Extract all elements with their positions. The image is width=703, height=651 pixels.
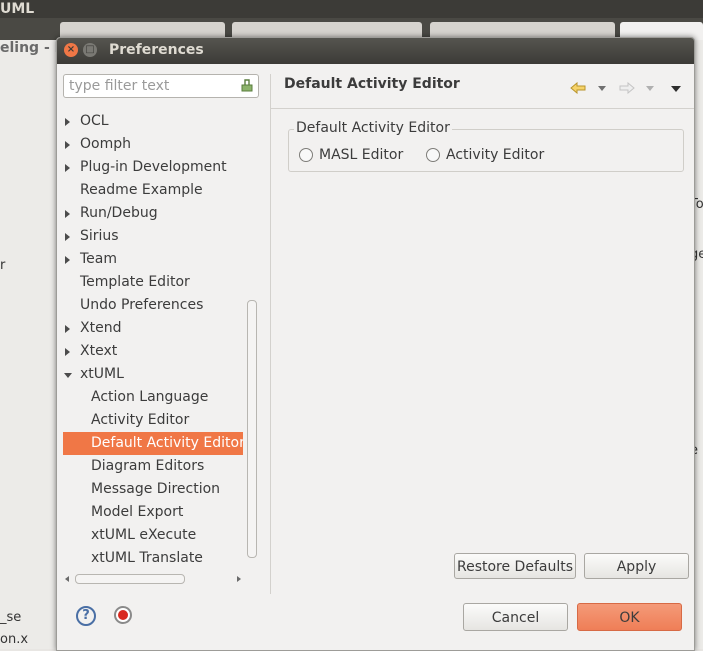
background-text-fragment: r xyxy=(0,258,6,273)
tree-item-label: Activity Editor xyxy=(91,412,190,428)
radio-button-icon[interactable] xyxy=(299,148,313,162)
apply-button[interactable]: Apply xyxy=(584,553,689,579)
maximize-window-button[interactable]: □ xyxy=(83,43,97,57)
tree-item[interactable]: xtUML eXecute xyxy=(63,524,243,547)
background-app-title: UML xyxy=(0,1,35,17)
forward-dropdown-icon[interactable] xyxy=(646,86,654,91)
tree-item-label: Message Direction xyxy=(91,481,221,497)
tree-item-label: Model Export xyxy=(91,504,184,520)
tree-item[interactable]: Oomph xyxy=(63,133,243,156)
tree-item-label: Oomph xyxy=(80,136,131,152)
clear-filter-icon[interactable] xyxy=(240,78,254,92)
tree-item[interactable]: Plug-in Development xyxy=(63,156,243,179)
view-menu-icon[interactable] xyxy=(671,86,681,92)
collapse-arrow-icon[interactable] xyxy=(65,348,70,356)
tree-item[interactable]: Model Export xyxy=(63,501,243,524)
cancel-button[interactable]: Cancel xyxy=(463,603,568,631)
tree-horizontal-scrollbar[interactable] xyxy=(63,573,243,585)
filter-input[interactable] xyxy=(67,76,231,96)
dialog-titlebar[interactable]: × □ Preferences xyxy=(57,38,694,64)
tree-item-label: Readme Example xyxy=(80,182,203,198)
tree-item[interactable]: Xtend xyxy=(63,317,243,340)
dialog-title: Preferences xyxy=(109,42,204,58)
tree-item[interactable]: Template Editor xyxy=(63,271,243,294)
tree-item[interactable]: xtUML xyxy=(63,363,243,386)
filter-field[interactable] xyxy=(63,74,259,98)
scroll-left-arrow-icon[interactable] xyxy=(65,576,69,582)
tree-item[interactable]: xtUML Translate xyxy=(63,547,243,570)
tree-item-label: Undo Preferences xyxy=(80,297,204,313)
page-title: Default Activity Editor xyxy=(284,76,460,92)
tree-item[interactable]: Sirius xyxy=(63,225,243,248)
tree-item-label: Xtend xyxy=(80,320,122,336)
tree-item[interactable]: Readme Example xyxy=(63,179,243,202)
tree-item-label: OCL xyxy=(80,113,109,129)
scrollbar-thumb[interactable] xyxy=(75,574,185,584)
tree-item-label: xtUML xyxy=(80,366,124,382)
tree-item[interactable]: Activity Editor xyxy=(63,409,243,432)
tree-item-label: Default Activity Editor xyxy=(91,435,243,451)
collapse-arrow-icon[interactable] xyxy=(65,164,70,172)
collapse-arrow-icon[interactable] xyxy=(65,256,70,264)
tree-item[interactable]: Action Language xyxy=(63,386,243,409)
tree-item-label: Template Editor xyxy=(80,274,190,290)
background-menubar: UML xyxy=(0,0,703,18)
expand-arrow-icon[interactable] xyxy=(64,373,72,378)
tree-item-label: xtUML Translate xyxy=(91,550,203,566)
back-dropdown-icon[interactable] xyxy=(598,86,606,91)
tree-item-label: Xtext xyxy=(80,343,118,359)
collapse-arrow-icon[interactable] xyxy=(65,141,70,149)
radio-button-icon[interactable] xyxy=(426,148,440,162)
tree-item[interactable]: Xtext xyxy=(63,340,243,363)
close-window-button[interactable]: × xyxy=(64,43,78,57)
tree-item[interactable]: Run/Debug xyxy=(63,202,243,225)
tree-item-label: xtUML eXecute xyxy=(91,527,197,543)
tree-item[interactable]: Undo Preferences xyxy=(63,294,243,317)
tree-vertical-scrollbar[interactable] xyxy=(245,102,257,582)
collapse-arrow-icon[interactable] xyxy=(65,233,70,241)
preferences-dialog: × □ Preferences OCL Oomph Plug-in Developm… xyxy=(56,37,695,651)
tree-item-label: Sirius xyxy=(80,228,119,244)
tree-item[interactable]: Default Activity Editor xyxy=(63,432,243,455)
tree-item[interactable]: Diagram Editors xyxy=(63,455,243,478)
back-arrow-icon[interactable] xyxy=(570,82,586,94)
tree-item-label: Team xyxy=(80,251,118,267)
tree-item-label: Plug-in Development xyxy=(80,159,227,175)
collapse-arrow-icon[interactable] xyxy=(65,210,70,218)
radio-label: MASL Editor xyxy=(319,147,404,163)
background-text-fragment: on.x xyxy=(0,632,29,647)
preferences-tree[interactable]: OCL Oomph Plug-in Development Readme Exampl… xyxy=(63,102,243,574)
forward-arrow-icon[interactable] xyxy=(619,82,635,94)
ok-button[interactable]: OK xyxy=(577,603,682,631)
tree-item[interactable]: Team xyxy=(63,248,243,271)
tree-item-label: Diagram Editors xyxy=(91,458,205,474)
tree-item-label: Action Language xyxy=(91,389,209,405)
tree-item-label: Run/Debug xyxy=(80,205,158,221)
collapse-arrow-icon[interactable] xyxy=(65,325,70,333)
scrollbar-thumb[interactable] xyxy=(247,300,257,558)
close-icon: × xyxy=(66,44,76,55)
tree-item[interactable]: Message Direction xyxy=(63,478,243,501)
default-editor-group: Default Activity Editor MASL Editor Acti… xyxy=(288,120,684,172)
header-separator xyxy=(271,108,694,109)
background-text-fragment: _se xyxy=(0,610,22,625)
scroll-right-arrow-icon[interactable] xyxy=(237,576,241,582)
background-left-panel xyxy=(0,40,56,649)
help-icon[interactable]: ? xyxy=(76,606,96,626)
collapse-arrow-icon[interactable] xyxy=(65,118,70,126)
panel-divider[interactable] xyxy=(270,74,271,594)
record-icon[interactable] xyxy=(114,606,132,624)
restore-defaults-button[interactable]: Restore Defaults xyxy=(454,553,576,579)
maximize-icon: □ xyxy=(85,44,95,55)
tree-item[interactable]: OCL xyxy=(63,110,243,133)
group-label: Default Activity Editor xyxy=(294,120,452,136)
radio-label: Activity Editor xyxy=(446,147,545,163)
